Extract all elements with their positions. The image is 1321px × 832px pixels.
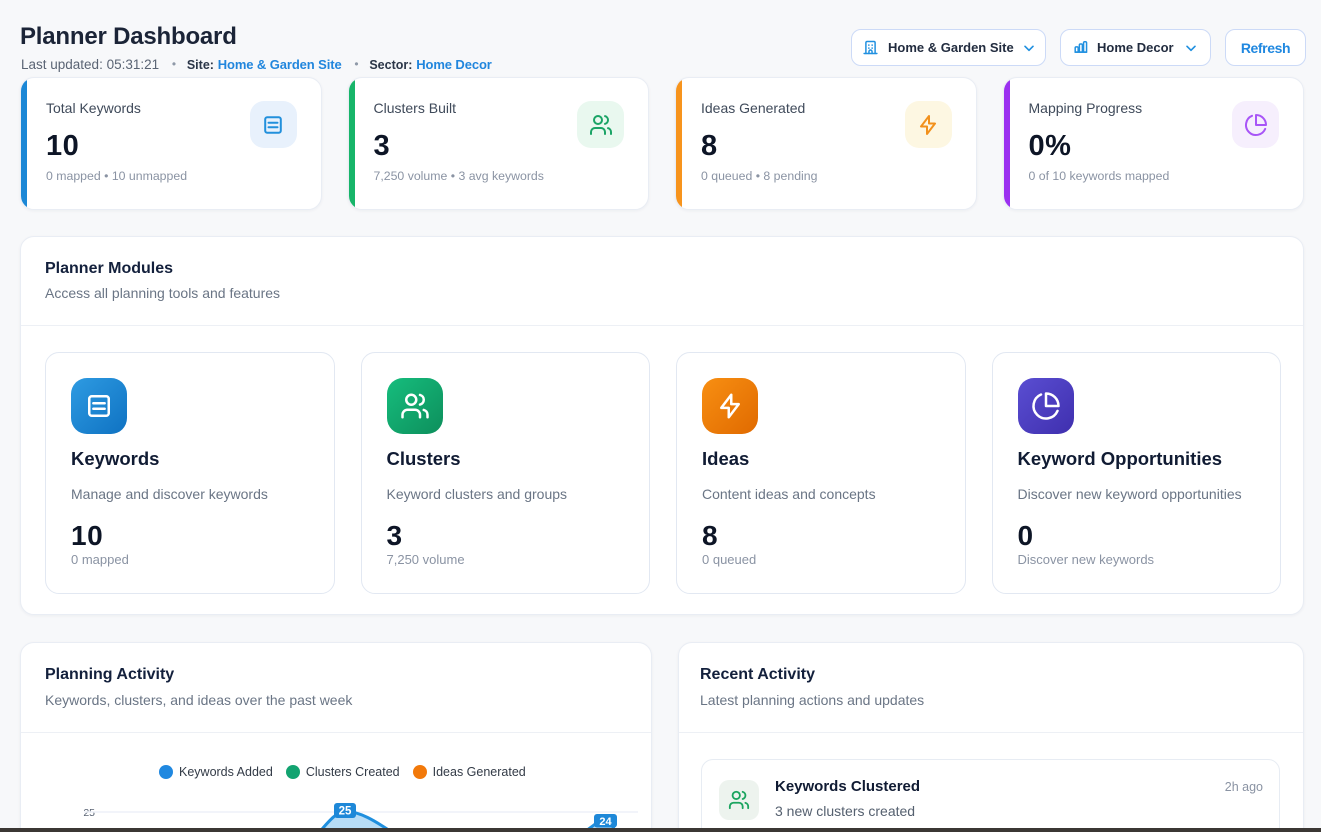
svg-text:25: 25	[83, 807, 95, 819]
svg-text:24: 24	[599, 816, 612, 828]
svg-text:25: 25	[339, 806, 352, 818]
